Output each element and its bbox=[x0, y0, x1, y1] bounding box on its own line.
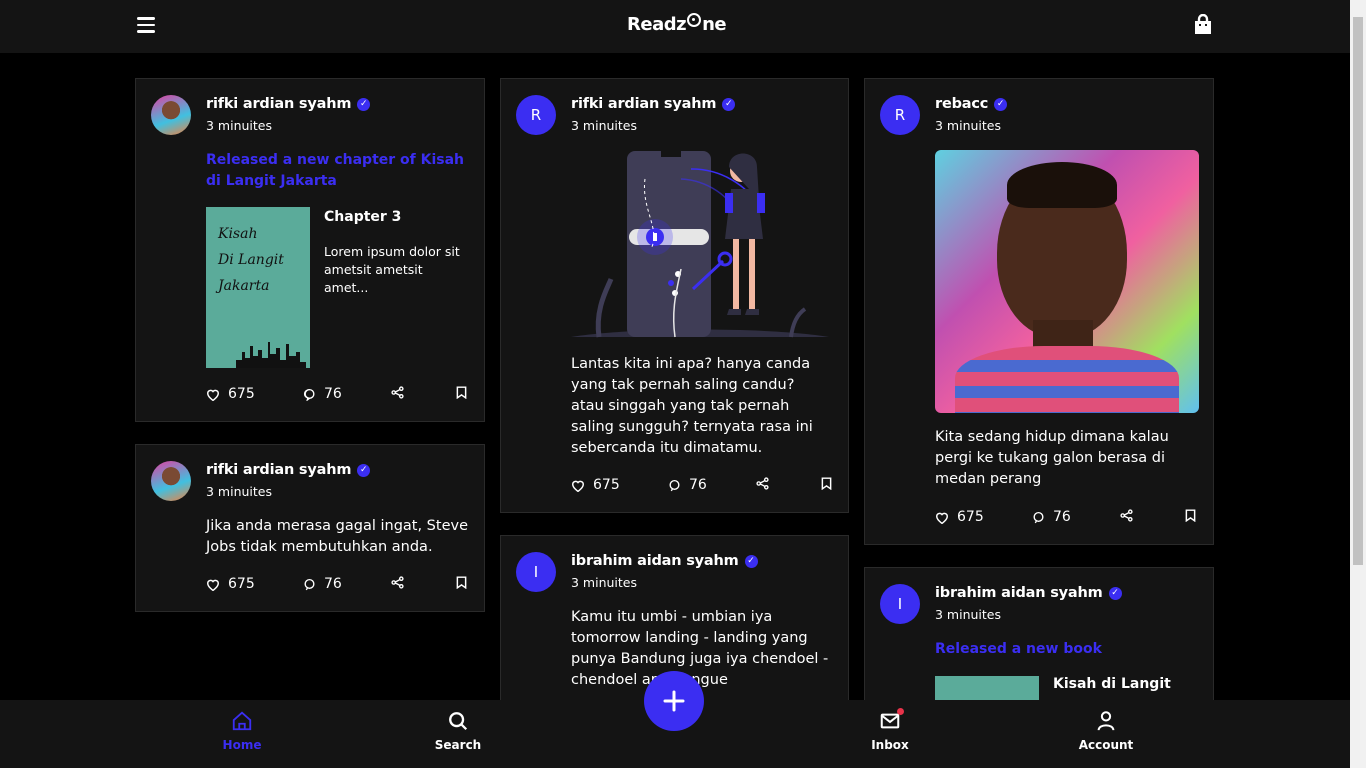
author-name[interactable]: rifki ardian syahm bbox=[206, 96, 351, 112]
bookmark-icon[interactable] bbox=[821, 477, 840, 490]
post-illustration bbox=[571, 151, 829, 338]
nav-account[interactable]: Account bbox=[1066, 710, 1146, 752]
top-bar: Readz ne bbox=[0, 0, 1350, 53]
logo-o-mark bbox=[687, 13, 702, 27]
bookmark-icon[interactable] bbox=[456, 386, 475, 399]
heart-icon bbox=[572, 480, 584, 492]
comment-icon bbox=[304, 388, 315, 401]
nav-search[interactable]: Search bbox=[418, 710, 498, 752]
avatar[interactable]: R bbox=[516, 95, 556, 135]
scrollbar-thumb[interactable] bbox=[1353, 17, 1363, 565]
comment-button[interactable]: 76 bbox=[303, 576, 342, 592]
post-headline-link[interactable]: Released a new chapter of Kisah di Langi… bbox=[206, 150, 466, 192]
verified-icon: ✓ bbox=[1108, 586, 1122, 600]
share-icon[interactable] bbox=[391, 386, 412, 399]
post-text: Lantas kita ini apa? hanya canda yang ta… bbox=[571, 356, 813, 456]
bookmark-icon[interactable] bbox=[456, 576, 475, 589]
post-headline-link[interactable]: Released a new book bbox=[935, 639, 1195, 660]
scrollbar[interactable] bbox=[1350, 0, 1366, 768]
like-button[interactable]: 675 bbox=[206, 386, 255, 402]
avatar[interactable]: I bbox=[516, 552, 556, 592]
home-icon bbox=[232, 711, 252, 731]
avatar[interactable] bbox=[151, 95, 191, 135]
comment-icon bbox=[1033, 511, 1044, 523]
verified-icon: ✓ bbox=[357, 97, 371, 111]
chapter-excerpt: Lorem ipsum dolor sit ametsit ametsit am… bbox=[324, 244, 460, 295]
post-card: rifki ardian syahm ✓ 3 minuites Released … bbox=[135, 78, 485, 422]
nav-inbox[interactable]: Inbox bbox=[850, 708, 930, 752]
heart-icon bbox=[936, 512, 948, 524]
post-card: I ibrahim aidan syahm ✓ 3 minuites Releas… bbox=[864, 567, 1214, 716]
author-name[interactable]: rebacc bbox=[935, 96, 988, 112]
share-icon[interactable] bbox=[1120, 509, 1141, 522]
hamburger-menu-icon[interactable] bbox=[137, 17, 155, 33]
share-icon[interactable] bbox=[756, 477, 777, 490]
notification-dot bbox=[897, 708, 904, 715]
book-title[interactable]: Kisah di Langit bbox=[1053, 676, 1171, 692]
author-name[interactable]: ibrahim aidan syahm bbox=[935, 585, 1103, 601]
verified-icon: ✓ bbox=[994, 97, 1008, 111]
avatar[interactable] bbox=[151, 461, 191, 501]
post-text: Kamu itu umbi - umbian iya tomorrow land… bbox=[571, 609, 829, 688]
plus-icon bbox=[663, 690, 685, 712]
post-card: rifki ardian syahm ✓ 3 minuites Jika anda… bbox=[135, 444, 485, 612]
create-post-button[interactable] bbox=[644, 671, 704, 731]
verified-icon: ✓ bbox=[722, 97, 736, 111]
book-cover[interactable]: Kisah Di Langit Jakarta bbox=[206, 207, 310, 368]
post-time: 3 minuites bbox=[206, 484, 272, 499]
user-icon bbox=[1097, 711, 1115, 731]
nav-home[interactable]: Home bbox=[202, 710, 282, 752]
post-time: 3 minuites bbox=[935, 118, 1001, 133]
like-button[interactable]: 675 bbox=[206, 576, 255, 592]
post-time: 3 minuites bbox=[571, 118, 637, 133]
verified-icon: ✓ bbox=[357, 463, 371, 477]
comment-button[interactable]: 76 bbox=[668, 477, 707, 493]
post-photo[interactable] bbox=[935, 150, 1199, 413]
comment-icon bbox=[669, 479, 680, 491]
like-button[interactable]: 675 bbox=[571, 477, 620, 493]
comment-button[interactable]: 76 bbox=[1032, 509, 1071, 525]
heart-icon bbox=[207, 389, 219, 401]
search-icon bbox=[449, 712, 468, 731]
bookmark-icon[interactable] bbox=[1185, 509, 1204, 522]
post-card: R rebacc ✓ 3 minuites Kita sedang hidup d… bbox=[864, 78, 1214, 545]
comment-icon bbox=[304, 578, 315, 590]
app-logo[interactable]: Readz ne bbox=[627, 13, 727, 35]
post-time: 3 minuites bbox=[935, 607, 1001, 622]
post-time: 3 minuites bbox=[571, 575, 637, 590]
author-name[interactable]: rifki ardian syahm bbox=[571, 96, 716, 112]
share-icon[interactable] bbox=[391, 576, 412, 589]
post-text: Kita sedang hidup dimana kalau pergi ke … bbox=[935, 429, 1169, 487]
author-name[interactable]: rifki ardian syahm bbox=[206, 462, 351, 478]
comment-button[interactable]: 76 bbox=[303, 386, 342, 402]
like-button[interactable]: 675 bbox=[935, 509, 984, 525]
heart-icon bbox=[207, 579, 219, 591]
post-time: 3 minuites bbox=[206, 118, 272, 133]
verified-icon: ✓ bbox=[744, 554, 758, 568]
author-name[interactable]: ibrahim aidan syahm bbox=[571, 553, 739, 569]
post-card: R rifki ardian syahm ✓ 3 minuites Lantas … bbox=[500, 78, 849, 513]
avatar[interactable]: I bbox=[880, 584, 920, 624]
post-text: Jika anda merasa gagal ingat, Steve Jobs… bbox=[206, 518, 468, 555]
shopping-bag-icon[interactable] bbox=[1193, 13, 1213, 36]
chapter-title[interactable]: Chapter 3 bbox=[324, 209, 401, 225]
avatar[interactable]: R bbox=[880, 95, 920, 135]
